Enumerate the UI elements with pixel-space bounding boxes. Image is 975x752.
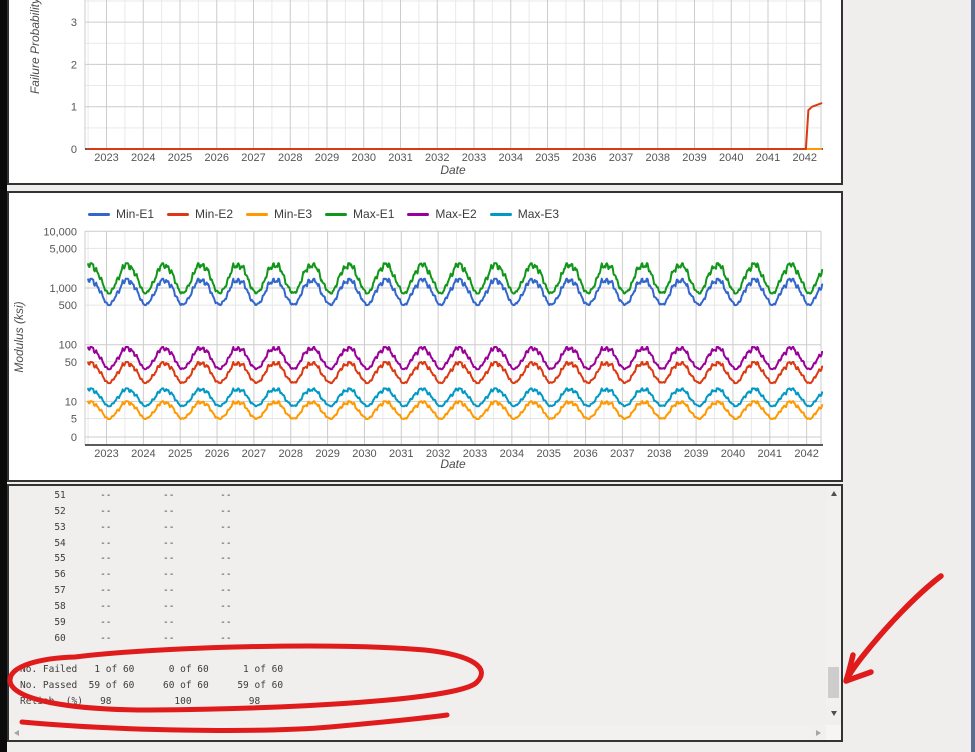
svg-text:2: 2	[71, 59, 77, 71]
results-console-output: 51 -- -- -- 52 -- -- -- 53 -- -- -- 54 -…	[20, 488, 283, 710]
failure-chart-panel: 2023 2024 2025 2026 2027 2028 2029 2030 2031 2 0 3 2…	[7, 0, 843, 185]
scroll-up-icon	[831, 491, 837, 496]
svg-text:2035: 2035	[536, 448, 560, 460]
svg-text:2028: 2028	[279, 448, 303, 460]
legend-item-min-e3[interactable]: Min-E3	[246, 207, 312, 221]
svg-text:1,000: 1,000	[49, 283, 77, 295]
legend-item-min-e1[interactable]: Min-E1	[88, 207, 154, 221]
legend-label: Max-E1	[353, 207, 394, 221]
svg-text:2025: 2025	[168, 448, 192, 460]
svg-text:2034: 2034	[500, 448, 524, 460]
svg-text:2042: 2042	[794, 448, 818, 460]
svg-text:2039: 2039	[682, 152, 706, 164]
svg-text:1: 1	[71, 102, 77, 114]
results-console-panel: 51 -- -- -- 52 -- -- -- 53 -- -- -- 54 -…	[7, 484, 843, 742]
svg-text:2039: 2039	[684, 448, 708, 460]
modulus-legend: Min-E1 Min-E2 Min-E3 Max-E1 Max-E2 Max-E…	[88, 207, 559, 221]
svg-text:2036: 2036	[573, 448, 597, 460]
failure-chart: 2023 2024 2025 2026 2027 2028 2029 2030 2031 2 0 3 2…	[9, 0, 841, 183]
vertical-scrollbar-thumb[interactable]	[828, 667, 839, 698]
svg-text:2025: 2025	[168, 152, 192, 164]
max-e1-swatch	[325, 213, 347, 216]
svg-text:2033: 2033	[463, 448, 487, 460]
legend-label: Min-E3	[274, 207, 312, 221]
red-arrow-shaft	[847, 576, 941, 679]
min-e3-swatch	[246, 213, 268, 216]
failure-x-axis-title: Date	[440, 163, 465, 177]
modulus-chart: 2023202420252026202720282029203020312032…	[9, 193, 841, 480]
svg-text:2038: 2038	[647, 448, 671, 460]
min-e1-swatch	[88, 213, 110, 216]
svg-text:10,000: 10,000	[43, 226, 77, 238]
horizontal-scrollbar[interactable]	[9, 725, 826, 740]
legend-item-min-e2[interactable]: Min-E2	[167, 207, 233, 221]
svg-text:2038: 2038	[646, 152, 670, 164]
scroll-right-button[interactable]	[811, 725, 826, 740]
max-e2-swatch	[407, 213, 429, 216]
svg-text:2041: 2041	[756, 152, 780, 164]
svg-text:2028: 2028	[278, 152, 302, 164]
scroll-down-icon	[831, 711, 837, 716]
svg-text:2030: 2030	[352, 448, 376, 460]
svg-text:0: 0	[71, 144, 77, 156]
svg-text:500: 500	[59, 300, 77, 312]
legend-label: Max-E2	[435, 207, 476, 221]
svg-text:2026: 2026	[205, 448, 229, 460]
legend-item-max-e2[interactable]: Max-E2	[407, 207, 476, 221]
svg-text:5: 5	[71, 413, 77, 425]
svg-text:2024: 2024	[131, 448, 155, 460]
svg-text:2041: 2041	[758, 448, 782, 460]
svg-text:2029: 2029	[315, 448, 339, 460]
scroll-left-icon	[14, 730, 19, 736]
svg-text:2037: 2037	[609, 152, 633, 164]
svg-text:50: 50	[65, 357, 77, 369]
svg-text:0: 0	[71, 432, 77, 444]
svg-text:2029: 2029	[315, 152, 339, 164]
legend-item-max-e1[interactable]: Max-E1	[325, 207, 394, 221]
modulus-y-axis-title: Modulus (ksi)	[12, 301, 26, 372]
failure-y-axis-title: Failure Probability (%)	[28, 0, 42, 94]
svg-text:2035: 2035	[535, 152, 559, 164]
svg-text:5,000: 5,000	[49, 243, 77, 255]
modulus-x-axis-title: Date	[440, 457, 465, 471]
svg-text:2034: 2034	[499, 152, 523, 164]
svg-text:2027: 2027	[242, 448, 266, 460]
svg-text:3: 3	[71, 17, 77, 29]
svg-text:2023: 2023	[94, 448, 118, 460]
svg-text:2042: 2042	[793, 152, 817, 164]
scrollbar-corner	[826, 725, 841, 740]
legend-item-max-e3[interactable]: Max-E3	[490, 207, 559, 221]
legend-label: Min-E1	[116, 207, 154, 221]
vertical-scrollbar[interactable]	[826, 486, 841, 721]
app-window: 2023 2024 2025 2026 2027 2028 2029 2030 2031 2 0 3 2…	[0, 0, 975, 752]
svg-text:10: 10	[65, 396, 77, 408]
red-arrow-head	[846, 655, 871, 681]
svg-text:2024: 2024	[131, 152, 155, 164]
modulus-chart-panel: 2023202420252026202720282029203020312032…	[7, 191, 843, 482]
svg-text:2036: 2036	[572, 152, 596, 164]
min-e2-swatch	[167, 213, 189, 216]
scroll-right-icon	[816, 730, 821, 736]
scroll-up-button[interactable]	[826, 486, 841, 501]
svg-text:2031: 2031	[388, 152, 412, 164]
legend-label: Max-E3	[518, 207, 559, 221]
svg-text:2031: 2031	[389, 448, 413, 460]
window-right-edge	[971, 0, 975, 752]
svg-text:2023: 2023	[94, 152, 118, 164]
svg-text:2037: 2037	[610, 448, 634, 460]
svg-text:2027: 2027	[241, 152, 265, 164]
svg-text:2040: 2040	[721, 448, 745, 460]
max-e3-swatch	[490, 213, 512, 216]
svg-text:100: 100	[59, 340, 77, 352]
window-left-edge	[0, 0, 7, 752]
legend-label: Min-E2	[195, 207, 233, 221]
svg-text:2026: 2026	[205, 152, 229, 164]
scroll-down-button[interactable]	[826, 706, 841, 721]
scroll-left-button[interactable]	[9, 725, 24, 740]
svg-text:2030: 2030	[352, 152, 376, 164]
svg-text:2040: 2040	[719, 152, 743, 164]
